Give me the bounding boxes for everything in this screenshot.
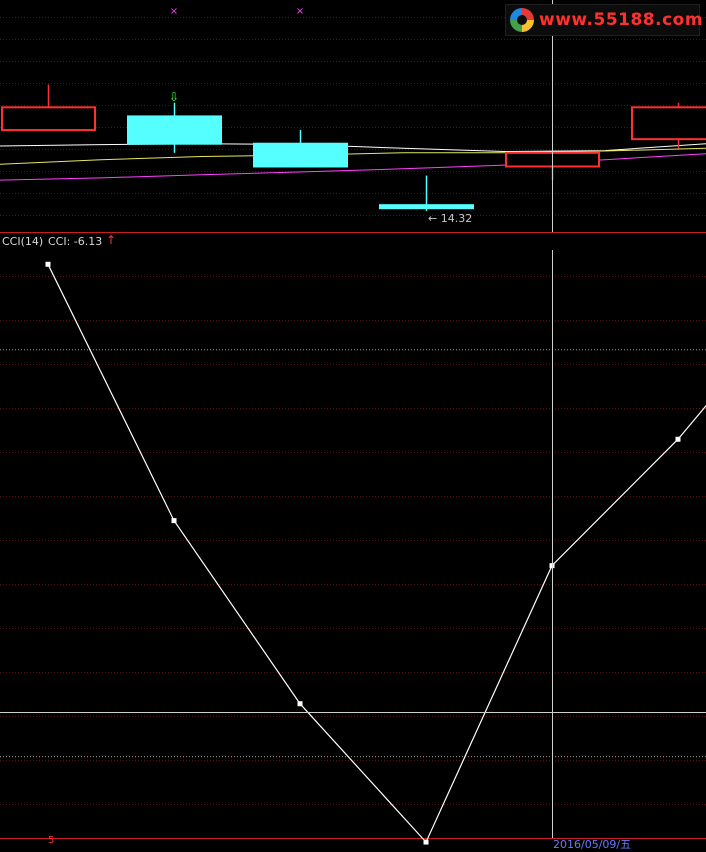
cci-point	[297, 701, 303, 707]
candle	[631, 102, 706, 149]
logo-text: www.55188.com	[539, 10, 704, 30]
low-price-value: 14.32	[440, 212, 473, 225]
top-marker: ×	[296, 6, 304, 17]
indicator-value: CCI: -6.13	[48, 235, 103, 248]
candle-body	[1, 106, 96, 132]
low-price-label: ← 14.32	[428, 212, 473, 225]
cci-point	[45, 261, 51, 267]
ma-line-1	[0, 143, 706, 153]
chart-stage[interactable]: ⇩ × ×	[0, 0, 706, 847]
ma-line-2	[0, 147, 706, 165]
axis-tick-label: 5	[48, 835, 55, 846]
candle-body	[253, 142, 348, 168]
up-arrow-icon: ↑	[106, 233, 117, 247]
candle	[1, 84, 96, 132]
candle	[253, 130, 348, 168]
site-logo[interactable]: www.55188.com	[505, 4, 704, 36]
cci-line	[0, 261, 706, 845]
top-markers: × ×	[170, 6, 304, 17]
candle-body	[379, 204, 474, 210]
indicator-title: CCI(14)	[2, 235, 44, 248]
up-arrow-icon: ⇩	[169, 90, 179, 104]
cci-point	[171, 518, 177, 524]
cci-panel-grid	[0, 276, 706, 805]
cci-point	[675, 436, 681, 442]
cursor-date-label: 2016/05/09/五	[553, 838, 632, 851]
cci-point	[423, 839, 429, 845]
top-marker: ×	[170, 6, 178, 17]
ma-line-3	[0, 153, 706, 181]
price-panel-grid	[0, 17, 706, 216]
candlesticks[interactable]: ⇩	[1, 84, 706, 212]
logo-ring-icon	[510, 8, 534, 32]
candle-body	[127, 115, 222, 145]
cci-polyline	[47, 264, 706, 844]
candle: ⇩	[127, 90, 222, 153]
candle-body	[631, 106, 706, 141]
